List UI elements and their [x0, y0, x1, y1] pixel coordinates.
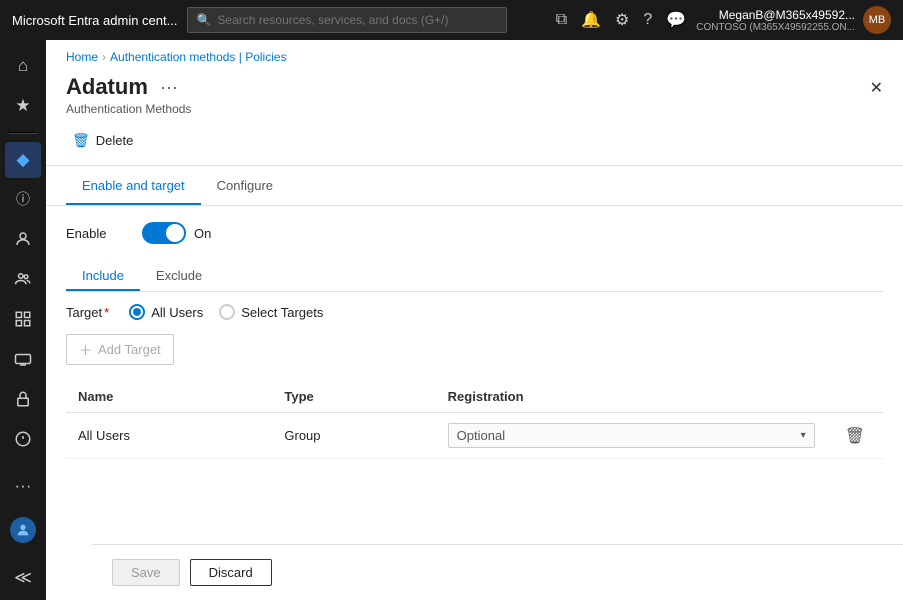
page-subtitle: Authentication Methods [46, 102, 903, 124]
discard-button[interactable]: Discard [190, 559, 272, 586]
sidebar-item-devices[interactable] [5, 341, 41, 377]
trash-icon: 🗑 [72, 132, 90, 149]
search-input[interactable] [217, 13, 498, 27]
radio-circle-select-targets [219, 304, 235, 320]
user-info: MeganB@M365x49592... CONTOSO (M365X49592… [696, 8, 855, 33]
targets-table: Name Type Registration All Users Group O… [66, 381, 883, 459]
page-header: Adatum ··· ✕ [46, 70, 903, 102]
user-name: MeganB@M365x49592... [696, 8, 855, 22]
registration-dropdown[interactable]: Optional ▾ [448, 423, 815, 448]
cell-registration: Optional ▾ [436, 413, 827, 459]
sub-tabs: Include Exclude [66, 260, 883, 292]
sidebar-item-users[interactable] [5, 221, 41, 257]
col-name: Name [66, 381, 272, 413]
action-bar: 🗑 Delete [46, 124, 903, 166]
main-content: Home › Authentication methods | Policies… [46, 40, 903, 600]
breadcrumb-home[interactable]: Home [66, 50, 98, 64]
toggle-container: On [142, 222, 211, 244]
search-box[interactable]: 🔍 [187, 7, 507, 33]
sidebar-item-home[interactable]: ⌂ [5, 48, 41, 84]
notifications-icon[interactable]: 🔔 [581, 10, 601, 30]
page-title: Adatum [66, 74, 148, 100]
portal-icon[interactable]: ⧉ [556, 11, 567, 29]
sidebar-item-more[interactable]: ··· [5, 468, 41, 504]
page-title-row: Adatum ··· [66, 74, 182, 100]
user-section[interactable]: MeganB@M365x49592... CONTOSO (M365X49592… [696, 6, 891, 34]
sidebar-item-security[interactable] [5, 381, 41, 417]
user-tenant: CONTOSO (M365X49592255.ON... [696, 22, 855, 33]
sidebar-item-user-avatar[interactable] [5, 512, 41, 548]
add-target-label: Add Target [98, 342, 161, 357]
col-type: Type [272, 381, 435, 413]
search-icon: 🔍 [196, 13, 211, 27]
col-registration: Registration [436, 381, 827, 413]
breadcrumb: Home › Authentication methods | Policies [46, 40, 903, 70]
sidebar-divider [8, 132, 38, 134]
radio-select-targets[interactable]: Select Targets [219, 304, 323, 320]
sidebar: ⌂ ★ ◆ ⓘ ··· ≪ [0, 40, 46, 600]
toggle-state: On [194, 226, 211, 241]
tab-enable-and-target[interactable]: Enable and target [66, 166, 201, 205]
settings-icon[interactable]: ⚙ [615, 10, 629, 30]
dropdown-arrow-icon: ▾ [801, 430, 806, 441]
radio-label-select-targets: Select Targets [241, 305, 323, 320]
toggle-knob [166, 224, 184, 242]
sub-tab-include[interactable]: Include [66, 260, 140, 291]
sub-tab-exclude[interactable]: Exclude [140, 260, 218, 291]
radio-group: All Users Select Targets [129, 304, 323, 320]
sidebar-item-apps[interactable] [5, 301, 41, 337]
sidebar-item-conditional[interactable] [5, 421, 41, 457]
plus-icon: ＋ [79, 340, 92, 359]
feedback-icon[interactable]: 💬 [666, 10, 686, 30]
breadcrumb-sep1: › [102, 50, 106, 64]
cell-delete: 🗑 [827, 413, 883, 459]
footer: Save Discard [92, 544, 903, 600]
topbar-icons: ⧉ 🔔 ⚙ ? 💬 [556, 10, 687, 30]
help-icon[interactable]: ? [643, 11, 652, 29]
sidebar-item-info[interactable]: ⓘ [5, 182, 41, 218]
row-delete-button[interactable]: 🗑 [839, 426, 871, 447]
target-row: Target * All Users Select Targets [66, 304, 883, 320]
table-row: All Users Group Optional ▾ 🗑 [66, 413, 883, 459]
cell-type: Group [272, 413, 435, 459]
col-actions [827, 381, 883, 413]
add-target-button[interactable]: ＋ Add Target [66, 334, 174, 365]
delete-label: Delete [96, 133, 134, 148]
registration-value: Optional [457, 428, 793, 443]
radio-all-users[interactable]: All Users [129, 304, 203, 320]
sidebar-item-groups[interactable] [5, 261, 41, 297]
save-button[interactable]: Save [112, 559, 180, 586]
avatar[interactable]: MB [863, 6, 891, 34]
radio-circle-all-users [129, 304, 145, 320]
topbar: Microsoft Entra admin cent... 🔍 ⧉ 🔔 ⚙ ? … [0, 0, 903, 40]
app-title: Microsoft Entra admin cent... [12, 13, 177, 28]
sidebar-item-identity[interactable]: ◆ [5, 142, 41, 178]
breadcrumb-section[interactable]: Authentication methods | Policies [110, 50, 287, 64]
radio-label-all-users: All Users [151, 305, 203, 320]
avatar-initials: MB [869, 14, 886, 26]
layout: ⌂ ★ ◆ ⓘ ··· ≪ [0, 40, 903, 600]
delete-button[interactable]: 🗑 Delete [66, 128, 139, 153]
cell-name: All Users [66, 413, 272, 459]
enable-toggle[interactable] [142, 222, 186, 244]
tab-configure[interactable]: Configure [201, 166, 289, 205]
target-label: Target * [66, 305, 109, 320]
tab-bar: Enable and target Configure [46, 166, 903, 206]
enable-label: Enable [66, 226, 126, 241]
sidebar-item-collapse[interactable]: ≪ [5, 560, 41, 596]
more-options-button[interactable]: ··· [156, 77, 182, 98]
enable-row: Enable On [66, 222, 883, 244]
sidebar-item-favorites[interactable]: ★ [5, 88, 41, 124]
close-button[interactable]: ✕ [870, 78, 883, 98]
tab-content: Enable On Include Exclude [46, 206, 903, 475]
required-star: * [104, 305, 109, 320]
